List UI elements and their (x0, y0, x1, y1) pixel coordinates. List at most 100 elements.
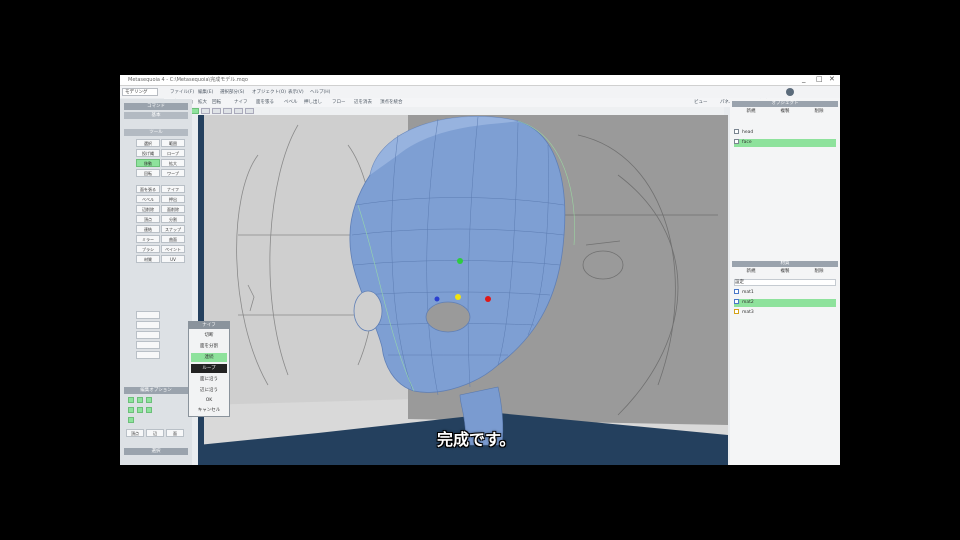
axis-handle-center[interactable] (455, 294, 461, 300)
material-delete-button[interactable]: 削除 (804, 269, 834, 275)
select-edge-button[interactable]: 辺 (146, 429, 164, 437)
cmd-move[interactable]: 移動 (136, 159, 160, 167)
cmd-create-face[interactable]: 面を張る (136, 185, 160, 193)
view-toggle-5[interactable] (212, 108, 221, 114)
application-window: Metasequoia 4 - C:\Metasequoia\完成モデル.mqo… (120, 75, 840, 465)
minimize-button[interactable]: _ (802, 75, 806, 83)
material-new-button[interactable]: 新規 (736, 269, 766, 275)
axis-x-toggle[interactable] (128, 397, 134, 403)
view-toggle-4[interactable] (201, 108, 210, 114)
cmd-range[interactable]: 範囲 (161, 139, 185, 147)
cmd-bevel[interactable]: ベベル (136, 195, 160, 203)
cmd-extra-5[interactable] (136, 351, 160, 359)
cmd-extra-4[interactable] (136, 341, 160, 349)
cmd-snap[interactable]: スナップ (161, 225, 185, 233)
axis-handle-z[interactable] (434, 296, 440, 302)
cmd-extra-3[interactable] (136, 331, 160, 339)
cmd-curved-surface[interactable]: 曲面 (161, 235, 185, 243)
edit-options-header: 編集オプション (124, 387, 188, 394)
axis-y-toggle[interactable] (137, 397, 143, 403)
cmd-uv[interactable]: UV (161, 255, 185, 263)
world-toggle[interactable] (137, 407, 143, 413)
object-duplicate-button[interactable]: 複製 (770, 109, 800, 115)
object-name: head (742, 130, 754, 135)
tool-bevel[interactable]: ベベル (284, 99, 298, 105)
axis-handle-x[interactable] (485, 296, 491, 302)
cmd-vertex[interactable]: 頂点 (136, 215, 160, 223)
cmd-rotate[interactable]: 回転 (136, 169, 160, 177)
visibility-checkbox[interactable] (734, 129, 739, 134)
knife-cancel-button[interactable]: キャンセル (191, 406, 227, 415)
object-row[interactable]: head (734, 129, 836, 137)
knife-option-cut[interactable]: 切断 (191, 331, 227, 340)
option-toggle-7[interactable] (128, 417, 134, 423)
tool-flow[interactable]: フロー (332, 99, 346, 105)
cmd-mirror[interactable]: ミラー (136, 235, 160, 243)
axis-z-toggle[interactable] (146, 397, 152, 403)
knife-option-split-face[interactable]: 面を分割 (191, 342, 227, 351)
eye-hole (425, 301, 471, 333)
cmd-paint[interactable]: ペイント (161, 245, 185, 253)
toolbar-view[interactable]: ビュー (694, 99, 708, 105)
cmd-extra-1[interactable] (136, 311, 160, 319)
cmd-extra-2[interactable] (136, 321, 160, 329)
side-eye-hole (353, 290, 383, 332)
cmd-material[interactable]: 材質 (136, 255, 160, 263)
menu-view[interactable]: 表示(V) (288, 89, 304, 95)
menu-help[interactable]: ヘルプ(H) (310, 89, 330, 95)
material-row[interactable]: mat3 (734, 309, 836, 317)
material-swatch-icon (734, 289, 739, 294)
cmd-warp[interactable]: ワープ (161, 169, 185, 177)
screen-toggle[interactable] (146, 407, 152, 413)
tool-knife[interactable]: ナイフ (234, 99, 248, 105)
axis-handle-y[interactable] (457, 258, 463, 264)
object-delete-button[interactable]: 削除 (804, 109, 834, 115)
cmd-divide[interactable]: 分割 (161, 215, 185, 223)
view-toggle-6[interactable] (223, 108, 232, 114)
tool-delete-edge[interactable]: 辺を消去 (354, 99, 372, 105)
cmd-brush[interactable]: ブラシ (136, 245, 160, 253)
maximize-button[interactable]: □ (816, 75, 823, 83)
tool-create-face[interactable]: 面を張る (256, 99, 274, 105)
knife-option-loop[interactable]: ループ (191, 364, 227, 373)
view-toggle-8[interactable] (245, 108, 254, 114)
local-toggle[interactable] (128, 407, 134, 413)
cmd-knife[interactable]: ナイフ (161, 185, 185, 193)
cmd-delete-face[interactable]: 面削除 (161, 205, 185, 213)
knife-option-continuous[interactable]: 連続 (191, 353, 227, 362)
right-panel: オブジェクト 新規 複製 削除 head face 材質 新規 複製 削除 設定… (730, 99, 840, 465)
mode-select[interactable]: モデリング (122, 88, 158, 96)
cmd-select[interactable]: 選択 (136, 139, 160, 147)
mode-select-value: モデリング (125, 90, 148, 95)
tool-rotate[interactable]: 回転 (212, 99, 221, 105)
tool-scale[interactable]: 拡大 (198, 99, 207, 105)
cmd-connect[interactable]: 連結 (136, 225, 160, 233)
material-row-selected[interactable]: mat2 (734, 299, 836, 307)
left-command-panel: コマンド 基本 ツール 選択 範囲 投げ縄 ロープ 移動 拡大 回転 ワープ 面… (120, 99, 192, 465)
knife-option-along-edge[interactable]: 辺に沿う (191, 386, 227, 395)
select-face-button[interactable]: 面 (166, 429, 184, 437)
material-settings-field[interactable]: 設定 (734, 279, 836, 286)
knife-ok-button[interactable]: OK (191, 396, 227, 405)
menu-selection[interactable]: 選択部分(S) (220, 89, 244, 95)
cmd-delete-edge[interactable]: 辺削除 (136, 205, 160, 213)
knife-option-along-face[interactable]: 面に沿う (191, 375, 227, 384)
menu-object[interactable]: オブジェクト(O) (252, 89, 286, 95)
object-new-button[interactable]: 新規 (736, 109, 766, 115)
material-row[interactable]: mat1 (734, 289, 836, 297)
3d-viewport[interactable] (198, 115, 728, 465)
tool-extrude[interactable]: 押し出し (304, 99, 322, 105)
view-toggle-7[interactable] (234, 108, 243, 114)
cmd-scale[interactable]: 拡大 (161, 159, 185, 167)
tool-merge-vertex[interactable]: 頂点を統合 (380, 99, 403, 105)
object-row-selected[interactable]: face (734, 139, 836, 147)
close-button[interactable]: ✕ (829, 75, 835, 83)
menu-edit[interactable]: 編集(E) (198, 89, 213, 95)
cmd-rope[interactable]: ロープ (161, 149, 185, 157)
menu-file[interactable]: ファイル(F) (170, 89, 194, 95)
visibility-checkbox[interactable] (734, 139, 739, 144)
cmd-lasso[interactable]: 投げ縄 (136, 149, 160, 157)
select-vertex-button[interactable]: 頂点 (126, 429, 144, 437)
cmd-extrude[interactable]: 押出 (161, 195, 185, 203)
material-duplicate-button[interactable]: 複製 (770, 269, 800, 275)
